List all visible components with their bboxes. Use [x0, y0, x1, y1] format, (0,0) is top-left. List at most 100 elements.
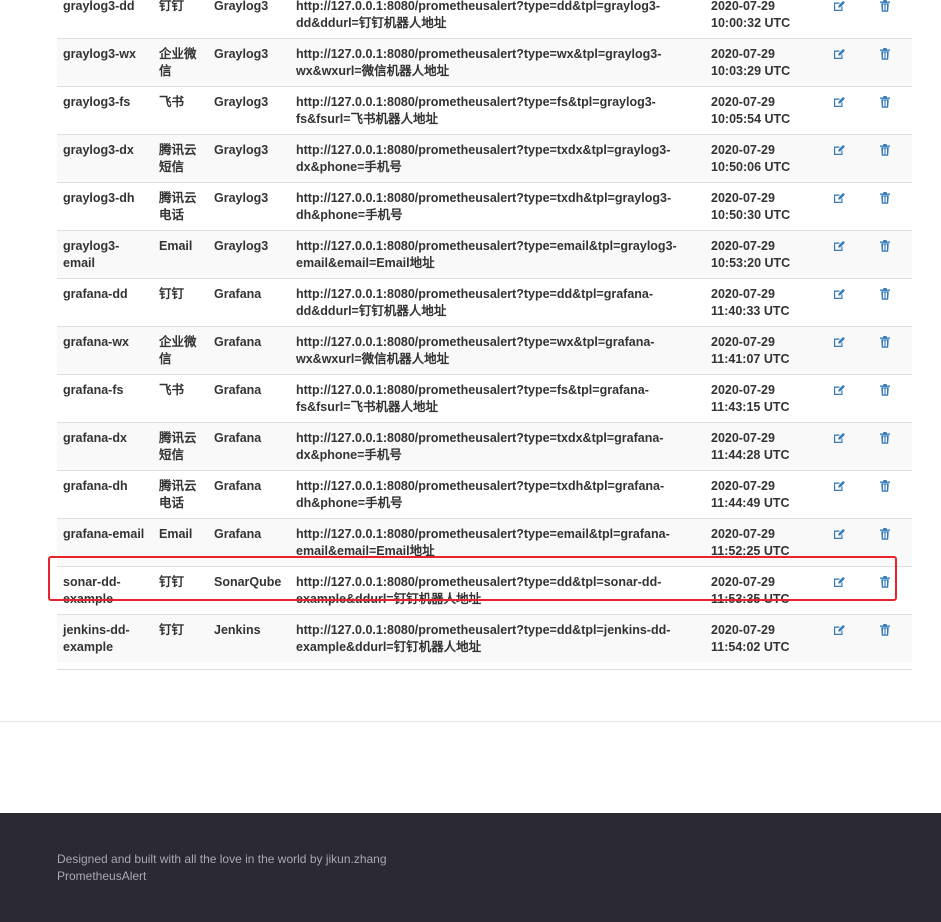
template-name-cell: grafana-dd	[57, 278, 153, 327]
template-url-cell: http://127.0.0.1:8080/prometheusalert?ty…	[290, 566, 705, 615]
template-url-cell: http://127.0.0.1:8080/prometheusalert?ty…	[290, 0, 705, 39]
template-time-cell: 2020-07-29 11:41:07 UTC	[705, 326, 820, 375]
template-time-cell: 2020-07-29 11:44:28 UTC	[705, 422, 820, 471]
delete-cell	[866, 470, 912, 519]
template-name-cell: graylog3-dd	[57, 0, 153, 39]
template-time-cell: 2020-07-29 11:54:02 UTC	[705, 614, 820, 662]
edit-icon[interactable]	[832, 575, 846, 589]
template-time-cell: 2020-07-29 10:03:29 UTC	[705, 38, 820, 87]
trash-icon[interactable]	[878, 527, 892, 541]
edit-icon[interactable]	[832, 0, 846, 13]
template-source-cell: Graylog3	[208, 86, 290, 135]
trash-icon[interactable]	[878, 0, 892, 13]
edit-icon[interactable]	[832, 191, 846, 205]
edit-icon[interactable]	[832, 623, 846, 637]
template-url-cell: http://127.0.0.1:8080/prometheusalert?ty…	[290, 374, 705, 423]
template-type-cell: 钉钉	[153, 566, 208, 615]
trash-icon[interactable]	[878, 143, 892, 157]
trash-icon[interactable]	[878, 623, 892, 637]
template-table-body: graylog3-dd 钉钉 Graylog3 http://127.0.0.1:80…	[57, 0, 912, 662]
edit-cell	[820, 182, 866, 231]
template-source-cell: Grafana	[208, 326, 290, 375]
template-type-cell: 飞书	[153, 86, 208, 135]
template-time-cell: 2020-07-29 10:50:06 UTC	[705, 134, 820, 183]
template-time-cell: 2020-07-29 10:05:54 UTC	[705, 86, 820, 135]
template-type-cell: 腾讯云短信	[153, 422, 208, 471]
edit-cell	[820, 614, 866, 662]
footer: Designed and built with all the love in …	[0, 813, 941, 922]
edit-icon[interactable]	[832, 239, 846, 253]
edit-icon[interactable]	[832, 143, 846, 157]
trash-icon[interactable]	[878, 95, 892, 109]
edit-icon[interactable]	[832, 479, 846, 493]
template-type-cell: Email	[153, 518, 208, 567]
trash-icon[interactable]	[878, 287, 892, 301]
edit-cell	[820, 422, 866, 471]
template-source-cell: Grafana	[208, 374, 290, 423]
table-row: graylog3-wx 企业微信 Graylog3 http://127.0.0.1:…	[57, 38, 912, 87]
table-row: graylog3-dd 钉钉 Graylog3 http://127.0.0.1:80…	[57, 0, 912, 39]
footer-credit: Designed and built with all the love in …	[57, 852, 387, 866]
template-url-cell: http://127.0.0.1:8080/prometheusalert?ty…	[290, 422, 705, 471]
template-name-cell: grafana-fs	[57, 374, 153, 423]
template-source-cell: Grafana	[208, 470, 290, 519]
edit-icon[interactable]	[832, 335, 846, 349]
template-url-cell: http://127.0.0.1:8080/prometheusalert?ty…	[290, 614, 705, 662]
edit-cell	[820, 38, 866, 87]
template-source-cell: Jenkins	[208, 614, 290, 662]
template-url-cell: http://127.0.0.1:8080/prometheusalert?ty…	[290, 326, 705, 375]
table-row: grafana-fs 飞书 Grafana http://127.0.0.1:8080…	[57, 374, 912, 423]
edit-cell	[820, 230, 866, 279]
delete-cell	[866, 0, 912, 39]
table-row: grafana-dx 腾讯云短信 Grafana http://127.0.0.1:8…	[57, 422, 912, 471]
delete-cell	[866, 518, 912, 567]
edit-cell	[820, 134, 866, 183]
template-url-cell: http://127.0.0.1:8080/prometheusalert?ty…	[290, 470, 705, 519]
edit-cell	[820, 278, 866, 327]
edit-cell	[820, 566, 866, 615]
template-name-cell: grafana-dx	[57, 422, 153, 471]
footer-text: Designed and built with all the love in …	[57, 851, 387, 885]
delete-cell	[866, 566, 912, 615]
template-time-cell: 2020-07-29 10:00:32 UTC	[705, 0, 820, 39]
edit-cell	[820, 86, 866, 135]
delete-cell	[866, 182, 912, 231]
template-source-cell: Graylog3	[208, 182, 290, 231]
delete-cell	[866, 86, 912, 135]
template-name-cell: grafana-email	[57, 518, 153, 567]
edit-cell	[820, 374, 866, 423]
template-type-cell: 企业微信	[153, 326, 208, 375]
delete-cell	[866, 374, 912, 423]
delete-cell	[866, 614, 912, 662]
delete-cell	[866, 134, 912, 183]
trash-icon[interactable]	[878, 575, 892, 589]
trash-icon[interactable]	[878, 191, 892, 205]
edit-cell	[820, 326, 866, 375]
template-time-cell: 2020-07-29 10:50:30 UTC	[705, 182, 820, 231]
table-row: grafana-dh 腾讯云电话 Grafana http://127.0.0.1:8…	[57, 470, 912, 519]
footer-app-name: PrometheusAlert	[57, 869, 147, 883]
edit-icon[interactable]	[832, 383, 846, 397]
edit-icon[interactable]	[832, 431, 846, 445]
template-type-cell: 钉钉	[153, 278, 208, 327]
table-row: sonar-dd-example 钉钉 SonarQube http://127.0.…	[57, 566, 912, 615]
template-time-cell: 2020-07-29 11:53:35 UTC	[705, 566, 820, 615]
template-url-cell: http://127.0.0.1:8080/prometheusalert?ty…	[290, 182, 705, 231]
template-type-cell: 腾讯云电话	[153, 470, 208, 519]
table-bottom-divider	[57, 669, 912, 670]
delete-cell	[866, 230, 912, 279]
edit-icon[interactable]	[832, 287, 846, 301]
edit-icon[interactable]	[832, 47, 846, 61]
trash-icon[interactable]	[878, 431, 892, 445]
trash-icon[interactable]	[878, 383, 892, 397]
edit-icon[interactable]	[832, 527, 846, 541]
trash-icon[interactable]	[878, 47, 892, 61]
template-name-cell: grafana-wx	[57, 326, 153, 375]
template-url-cell: http://127.0.0.1:8080/prometheusalert?ty…	[290, 278, 705, 327]
template-time-cell: 2020-07-29 11:40:33 UTC	[705, 278, 820, 327]
trash-icon[interactable]	[878, 479, 892, 493]
trash-icon[interactable]	[878, 239, 892, 253]
trash-icon[interactable]	[878, 335, 892, 349]
edit-icon[interactable]	[832, 95, 846, 109]
template-source-cell: SonarQube	[208, 566, 290, 615]
